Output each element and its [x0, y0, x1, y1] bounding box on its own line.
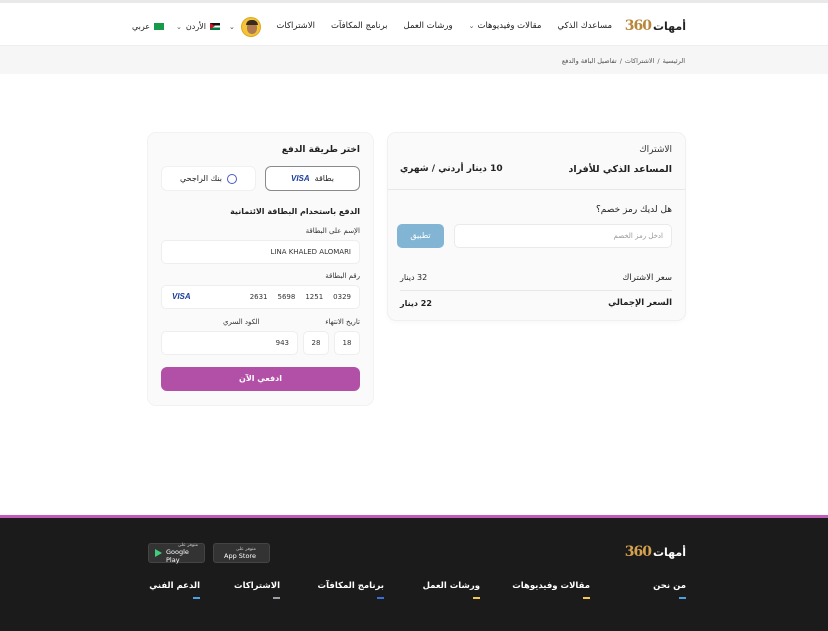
nav-item-articles[interactable]: مقالات وفيديوهات ⌄ — [469, 21, 542, 31]
card-number-group: 2631 — [249, 293, 268, 301]
footer-column-rewards[interactable]: برنامج المكافآت — [318, 581, 384, 599]
store-badge-name: App Store — [224, 551, 256, 560]
expiry-year-input[interactable]: 28 — [303, 331, 329, 355]
language-selector[interactable]: عربي — [132, 22, 165, 31]
price-row-label: سعر الاشتراك — [622, 272, 672, 283]
nav-item-label: برنامج المكافآت — [330, 21, 388, 31]
avatar[interactable] — [241, 17, 261, 37]
footer-column-title: من نحن — [653, 581, 686, 591]
store-badge-name: Google Play — [166, 547, 189, 564]
footer-logo[interactable]: أمهات 360 — [625, 544, 686, 560]
card-number-digits: 2631 5698 1251 0329 — [250, 286, 351, 308]
breadcrumb-separator: / — [657, 57, 660, 65]
logo-text: أمهات — [652, 19, 686, 33]
card-number-group: 5698 — [277, 293, 296, 301]
footer-column-title: مقالات وفيديوهات — [512, 581, 590, 591]
jordan-flag-icon — [209, 23, 220, 30]
price-row-value: 32 دينار — [400, 273, 428, 282]
nav-item-label: مساعدك الذكي — [557, 21, 612, 31]
chevron-down-icon: ⌄ — [176, 22, 182, 31]
breadcrumb: الرئيسية / الاشتراكات / تفاصيل الباقة وا… — [562, 57, 685, 65]
cvv-input[interactable]: 943 — [161, 331, 298, 355]
nav-item-label: مقالات وفيديوهات — [477, 21, 542, 31]
chevron-down-icon[interactable]: ⌄ — [229, 23, 235, 31]
subscription-card: الاشتراك المساعد الذكي للأفراد 10 دينار … — [388, 133, 685, 320]
card-payment-heading: الدفع باستخدام البطاقة الائتمانية — [230, 207, 360, 216]
subscription-title: الاشتراك — [639, 145, 672, 155]
footer-column-subscriptions[interactable]: الاشتراكات — [234, 581, 280, 599]
footer-column-support[interactable]: الدعم الفني — [149, 581, 200, 599]
footer-column-bar — [679, 597, 686, 599]
payment-title: اختر طريقة الدفع — [281, 145, 360, 155]
footer-column-workshops[interactable]: ورشات العمل — [423, 581, 480, 599]
footer-column-bar — [583, 597, 590, 599]
breadcrumb-current: تفاصيل الباقة والدفع — [561, 57, 617, 65]
nav-item-label: ورشات العمل — [403, 21, 453, 31]
logo-number: 360 — [624, 544, 652, 560]
avatar-hair — [246, 20, 258, 25]
chevron-down-icon: ⌄ — [468, 22, 475, 30]
total-row-value: 22 دينار — [400, 298, 432, 308]
google-play-icon — [155, 549, 162, 557]
footer-column-title: الاشتراكات — [234, 581, 280, 591]
promo-question: هل لديك رمز خصم؟ — [596, 205, 672, 215]
breadcrumb-home[interactable]: الرئيسية — [663, 57, 685, 65]
saudi-flag-icon — [154, 23, 165, 30]
plan-price: 10 دينار أردني / شهري — [400, 164, 503, 174]
pay-now-button[interactable]: ادفعي الآن — [161, 367, 360, 391]
footer-column-bar — [273, 597, 280, 599]
logo-text: أمهات — [652, 545, 686, 559]
google-play-badge[interactable]: متوفر على Google Play — [148, 543, 205, 564]
nav-item-label: الاشتراكات — [276, 21, 315, 31]
footer-column-about[interactable]: من نحن — [653, 581, 686, 599]
apply-promo-button[interactable]: تطبيق — [397, 224, 444, 248]
cvv-label: الكود السري — [223, 318, 260, 326]
site-footer: أمهات 360 متوفر على App Store متوفر على … — [0, 515, 828, 631]
card-name-label: الإسم على البطاقة — [305, 227, 360, 235]
site-header: أمهات 360 مساعدك الذكي مقالات وفيديوهات ⌄… — [0, 3, 828, 45]
visa-icon: VISA — [172, 292, 191, 301]
country-selector[interactable]: الأردن ⌄ — [176, 22, 220, 31]
bank-icon — [227, 173, 237, 184]
card-name-input[interactable]: LINA KHALED ALOMARI — [161, 240, 360, 264]
visa-icon: VISA — [291, 174, 310, 183]
card-method-label: بطاقة — [314, 174, 335, 183]
language-label: عربي — [132, 22, 151, 31]
footer-column-bar — [473, 597, 480, 599]
footer-column-title: برنامج المكافآت — [317, 581, 384, 591]
plan-name: المساعد الذكي للأفراد — [568, 164, 672, 175]
breadcrumb-separator: / — [619, 57, 622, 65]
country-label: الأردن — [185, 22, 206, 31]
nav-item-workshops[interactable]: ورشات العمل — [404, 21, 453, 31]
price-row: سعر الاشتراك 32 دينار — [400, 265, 672, 291]
footer-column-articles[interactable]: مقالات وفيديوهات — [512, 581, 590, 599]
breadcrumb-band: الرئيسية / الاشتراكات / تفاصيل الباقة وا… — [0, 45, 828, 74]
footer-column-title: ورشات العمل — [422, 581, 480, 591]
card-number-input[interactable]: VISA 2631 5698 1251 0329 — [161, 285, 360, 309]
payment-card: اختر طريقة الدفع بطاقة VISA بنك الراجحي … — [148, 133, 373, 405]
payment-method-card[interactable]: بطاقة VISA — [265, 166, 360, 191]
nav-item-assistant[interactable]: مساعدك الذكي — [557, 21, 612, 31]
footer-column-title: الدعم الفني — [149, 581, 200, 591]
logo-number: 360 — [624, 18, 652, 34]
breadcrumb-subscriptions[interactable]: الاشتراكات — [625, 57, 655, 65]
card-number-group: 0329 — [333, 293, 351, 301]
footer-column-bar — [193, 597, 200, 599]
total-row: السعر الإجمالي 22 دينار — [400, 292, 672, 314]
subscription-header: الاشتراك المساعد الذكي للأفراد 10 دينار … — [388, 133, 685, 190]
app-store-badge[interactable]: متوفر على App Store — [213, 543, 270, 563]
nav-item-subscriptions[interactable]: الاشتراكات — [276, 21, 315, 31]
expiry-month-input[interactable]: 18 — [334, 331, 360, 355]
site-logo[interactable]: أمهات 360 — [625, 16, 686, 36]
promo-code-input[interactable]: ادخل رمز الخصم — [454, 224, 672, 248]
expiry-label: تاريخ الانتهاء — [325, 318, 360, 326]
total-row-label: السعر الإجمالي — [608, 298, 672, 308]
card-number-label: رقم البطاقة — [325, 272, 360, 280]
payment-method-bank[interactable]: بنك الراجحي — [161, 166, 256, 191]
card-number-group: 1251 — [305, 293, 324, 301]
main-nav: مساعدك الذكي مقالات وفيديوهات ⌄ ورشات الع… — [276, 21, 612, 31]
footer-column-bar — [377, 597, 384, 599]
nav-item-rewards[interactable]: برنامج المكافآت — [331, 21, 388, 31]
bank-method-label: بنك الراجحي — [180, 174, 222, 183]
